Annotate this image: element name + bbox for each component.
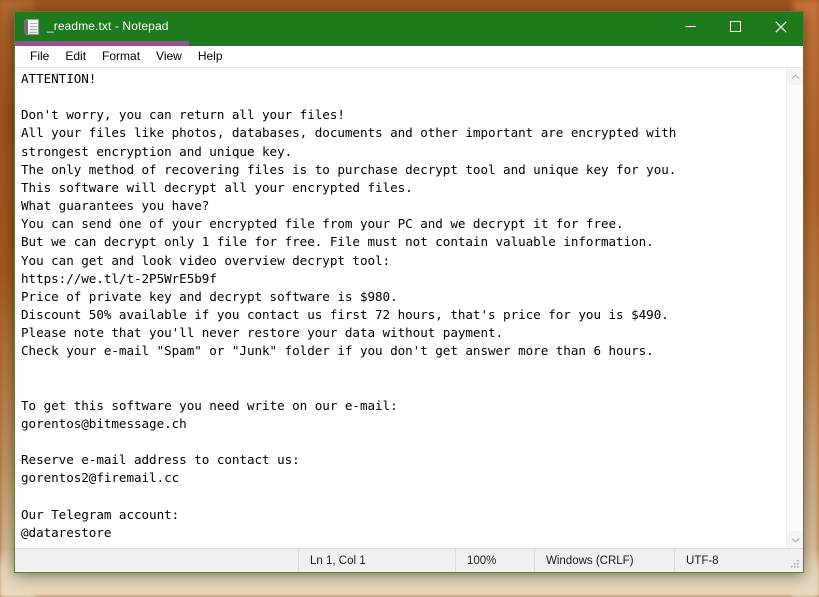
title-bar[interactable]: _readme.txt - Notepad <box>15 12 803 41</box>
document-text: ATTENTION! Don't worry, you can return a… <box>21 71 677 540</box>
status-bar: Ln 1, Col 1 100% Windows (CRLF) UTF-8 <box>15 548 803 572</box>
menu-item-edit[interactable]: Edit <box>57 46 94 66</box>
window-title: _readme.txt - Notepad <box>47 19 169 33</box>
status-cursor-position: Ln 1, Col 1 <box>298 549 455 572</box>
close-button[interactable] <box>758 12 803 41</box>
text-region: ATTENTION! Don't worry, you can return a… <box>15 67 803 548</box>
minimize-button[interactable] <box>668 12 713 41</box>
vertical-scrollbar[interactable] <box>786 68 803 548</box>
maximize-button[interactable] <box>713 12 758 41</box>
status-bar-spacer <box>15 549 298 572</box>
title-bar-left: _readme.txt - Notepad <box>15 12 668 41</box>
resize-grip[interactable] <box>784 549 803 572</box>
status-line-ending: Windows (CRLF) <box>534 549 674 572</box>
scrollbar-track[interactable] <box>787 85 803 531</box>
menu-item-help[interactable]: Help <box>190 46 231 66</box>
menu-item-view[interactable]: View <box>148 46 190 66</box>
menu-item-file[interactable]: File <box>22 46 57 66</box>
text-editor[interactable]: ATTENTION! Don't worry, you can return a… <box>15 68 786 548</box>
menu-item-format[interactable]: Format <box>94 46 148 66</box>
accent-strip <box>15 41 803 46</box>
menu-bar: File Edit Format View Help <box>15 46 803 67</box>
status-encoding: UTF-8 <box>674 549 784 572</box>
accent-strip-highlight <box>15 41 189 46</box>
notepad-window: _readme.txt - Notepad File Edit Format V… <box>14 11 804 573</box>
scroll-up-button[interactable] <box>787 68 803 85</box>
status-zoom-level[interactable]: 100% <box>455 549 534 572</box>
notepad-icon <box>24 18 40 35</box>
window-controls <box>668 12 803 41</box>
scroll-down-button[interactable] <box>787 531 803 548</box>
